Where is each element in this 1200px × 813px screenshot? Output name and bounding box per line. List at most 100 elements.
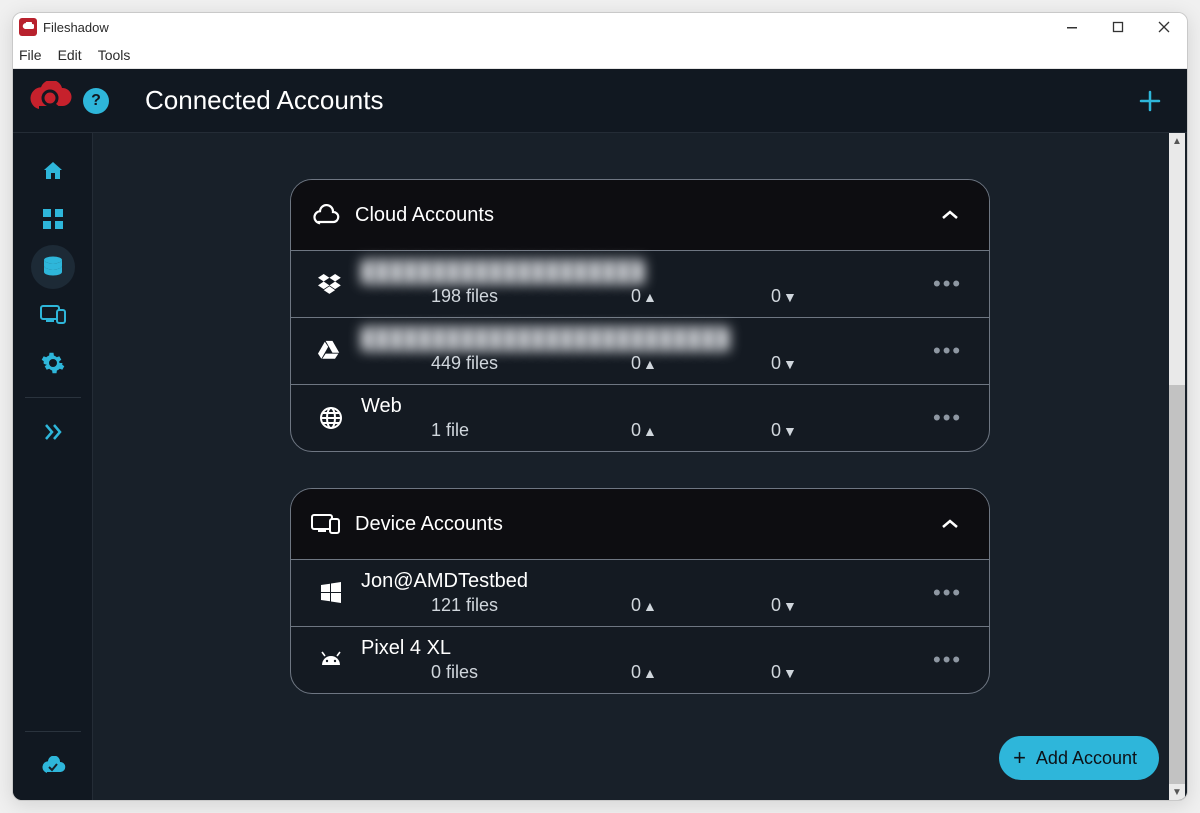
account-more-button[interactable]: •••: [933, 405, 965, 431]
files-count: 449 files: [431, 353, 631, 374]
account-stats: 121 files 0▲ 0▼: [361, 595, 923, 616]
upload-count: 0▲: [631, 420, 771, 441]
plus-icon: +: [1013, 745, 1026, 771]
chevron-up-icon: [941, 209, 959, 221]
app-window: Fileshadow File Edit Tools: [12, 12, 1188, 801]
titlebar: Fileshadow: [13, 13, 1187, 41]
account-stats: 0 files 0▲ 0▼: [361, 662, 923, 683]
menubar: File Edit Tools: [13, 41, 1187, 69]
minimize-button[interactable]: [1049, 13, 1095, 41]
windows-icon: [311, 581, 351, 605]
arrow-down-icon: ▼: [783, 665, 797, 681]
add-account-label: Add Account: [1036, 748, 1137, 769]
cloud-accounts-title: Cloud Accounts: [355, 204, 494, 227]
arrow-down-icon: ▼: [783, 423, 797, 439]
sidebar-settings[interactable]: [31, 341, 75, 385]
upload-count: 0▲: [631, 595, 771, 616]
arrow-up-icon: ▲: [643, 289, 657, 305]
arrow-up-icon: ▲: [643, 423, 657, 439]
device-accounts-panel: Device Accounts Jon@AMDTestbed: [290, 488, 990, 694]
sidebar-grid[interactable]: [31, 197, 75, 241]
arrow-down-icon: ▼: [783, 598, 797, 614]
cloud-account-row[interactable]: ██████████████████████████ 449 files 0▲ …: [291, 317, 989, 384]
gdrive-icon: [311, 340, 351, 362]
android-icon: [311, 651, 351, 669]
app-area: ? Connected Accounts: [13, 69, 1187, 800]
add-account-button[interactable]: + Add Account: [999, 736, 1159, 780]
scroll-down-button[interactable]: ▼: [1169, 784, 1185, 800]
download-count: 0▼: [771, 286, 911, 307]
account-name: Jon@AMDTestbed: [361, 570, 923, 593]
cloud-icon: [311, 204, 341, 226]
sidebar-separator: [25, 397, 81, 398]
maximize-button[interactable]: [1095, 13, 1141, 41]
device-account-row[interactable]: Jon@AMDTestbed 121 files 0▲ 0▼ •••: [291, 559, 989, 626]
app-header: ? Connected Accounts: [13, 69, 1187, 133]
account-more-button[interactable]: •••: [933, 647, 965, 673]
download-count: 0▼: [771, 595, 911, 616]
menu-file[interactable]: File: [19, 47, 42, 63]
grid-icon: [42, 208, 64, 230]
files-count: 1 file: [431, 420, 631, 441]
close-button[interactable]: [1141, 13, 1187, 41]
files-count: 198 files: [431, 286, 631, 307]
app-logo: [25, 81, 65, 121]
app-body: Cloud Accounts ████████████████████: [13, 133, 1187, 800]
account-name: Web: [361, 395, 923, 418]
cloud-check-icon: [40, 756, 66, 776]
chevron-up-icon: [941, 518, 959, 530]
download-count: 0▼: [771, 662, 911, 683]
scrollbar-thumb[interactable]: [1169, 385, 1185, 785]
gear-icon: [41, 351, 65, 375]
arrow-down-icon: ▼: [783, 356, 797, 372]
menu-tools[interactable]: Tools: [98, 47, 131, 63]
files-count: 121 files: [431, 595, 631, 616]
devices-icon: [40, 305, 66, 325]
download-count: 0▼: [771, 420, 911, 441]
device-account-row[interactable]: Pixel 4 XL 0 files 0▲ 0▼ •••: [291, 626, 989, 693]
arrow-up-icon: ▲: [643, 665, 657, 681]
app-icon: [19, 18, 37, 36]
sidebar-accounts[interactable]: [31, 245, 75, 289]
window-title: Fileshadow: [43, 20, 109, 35]
sidebar-devices[interactable]: [31, 293, 75, 337]
chevron-double-right-icon: [43, 422, 63, 442]
main-content: Cloud Accounts ████████████████████: [93, 133, 1187, 800]
menu-edit[interactable]: Edit: [58, 47, 82, 63]
scroll-up-button[interactable]: ▲: [1169, 133, 1185, 149]
account-name: Pixel 4 XL: [361, 637, 923, 660]
page-title: Connected Accounts: [145, 85, 384, 116]
cloud-accounts-panel: Cloud Accounts ████████████████████: [290, 179, 990, 452]
cloud-accounts-header[interactable]: Cloud Accounts: [291, 180, 989, 250]
sidebar-home[interactable]: [31, 149, 75, 193]
account-name: ██████████████████████████: [361, 328, 923, 351]
home-icon: [41, 159, 65, 183]
help-button[interactable]: ?: [83, 88, 109, 114]
upload-count: 0▲: [631, 353, 771, 374]
device-accounts-header[interactable]: Device Accounts: [291, 489, 989, 559]
globe-icon: [311, 405, 351, 431]
account-name: ████████████████████: [361, 261, 923, 284]
upload-count: 0▲: [631, 286, 771, 307]
arrow-up-icon: ▲: [643, 356, 657, 372]
account-stats: 198 files 0▲ 0▼: [361, 286, 923, 307]
sidebar-sync-status[interactable]: [31, 744, 75, 788]
download-count: 0▼: [771, 353, 911, 374]
arrow-up-icon: ▲: [643, 598, 657, 614]
dropbox-icon: [311, 273, 351, 295]
account-more-button[interactable]: •••: [933, 271, 965, 297]
arrow-down-icon: ▼: [783, 289, 797, 305]
cloud-account-row[interactable]: ████████████████████ 198 files 0▲ 0▼ •••: [291, 250, 989, 317]
devices-icon: [311, 513, 341, 535]
sidebar-separator-bottom: [25, 731, 81, 732]
sidebar: [13, 133, 93, 800]
upload-count: 0▲: [631, 662, 771, 683]
database-icon: [41, 255, 65, 279]
account-more-button[interactable]: •••: [933, 338, 965, 364]
account-stats: 1 file 0▲ 0▼: [361, 420, 923, 441]
sidebar-expand[interactable]: [31, 410, 75, 454]
add-account-header-button[interactable]: [1139, 90, 1161, 112]
files-count: 0 files: [431, 662, 631, 683]
cloud-account-row[interactable]: Web 1 file 0▲ 0▼ •••: [291, 384, 989, 451]
account-more-button[interactable]: •••: [933, 580, 965, 606]
